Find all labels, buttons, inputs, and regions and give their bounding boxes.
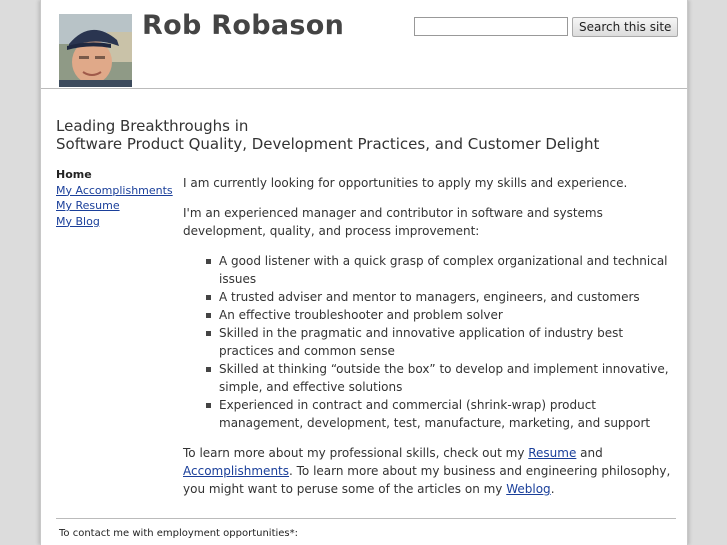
closing-paragraph: To learn more about my professional skil… xyxy=(183,444,675,498)
summary-paragraph: I'm an experienced manager and contribut… xyxy=(183,206,603,238)
search-button[interactable]: Search this site xyxy=(572,17,679,37)
closing-text-4: . xyxy=(550,482,555,496)
tagline-line-1: Leading Breakthroughs in xyxy=(56,117,249,135)
list-item: Skilled in the pragmatic and innovative … xyxy=(206,324,675,360)
intro-paragraph: I am currently looking for opportunities… xyxy=(183,176,628,190)
avatar-photo xyxy=(59,14,132,87)
footer-divider xyxy=(56,518,676,519)
site-header: Rob Robason Search this site xyxy=(41,0,687,89)
list-item: An effective troubleshooter and problem … xyxy=(206,306,675,324)
tagline-line-2: Software Product Quality, Development Pr… xyxy=(56,135,600,153)
list-item: Experienced in contract and commercial (… xyxy=(206,396,675,432)
weblog-link[interactable]: Weblog xyxy=(506,482,550,496)
tagline: Leading Breakthroughs in Software Produc… xyxy=(56,117,599,153)
skills-list: A good listener with a quick grasp of co… xyxy=(183,252,675,432)
main-content: I am currently looking for opportunities… xyxy=(183,174,675,510)
contact-text: To contact me with employment opportunit… xyxy=(59,528,299,539)
accomplishments-link[interactable]: Accomplishments xyxy=(183,464,289,478)
list-item: A good listener with a quick grasp of co… xyxy=(206,252,675,288)
site-title[interactable]: Rob Robason xyxy=(142,10,344,41)
sidebar-item-resume[interactable]: My Resume xyxy=(56,199,120,212)
page: Rob Robason Search this site Leading Bre… xyxy=(40,0,688,545)
search-input[interactable] xyxy=(414,17,568,36)
closing-text-1: To learn more about my professional skil… xyxy=(183,446,529,460)
list-item: A trusted adviser and mentor to managers… xyxy=(206,288,675,306)
sidebar-nav: Home My Accomplishments My Resume My Blo… xyxy=(56,167,173,229)
sidebar-item-accomplishments[interactable]: My Accomplishments xyxy=(56,184,173,197)
list-item: Skilled at thinking “outside the box” to… xyxy=(206,360,675,396)
sidebar-item-blog[interactable]: My Blog xyxy=(56,215,100,228)
resume-link[interactable]: Resume xyxy=(528,446,576,460)
closing-text-2: and xyxy=(576,446,603,460)
avatar xyxy=(59,14,132,87)
sidebar-item-home: Home xyxy=(56,168,92,181)
